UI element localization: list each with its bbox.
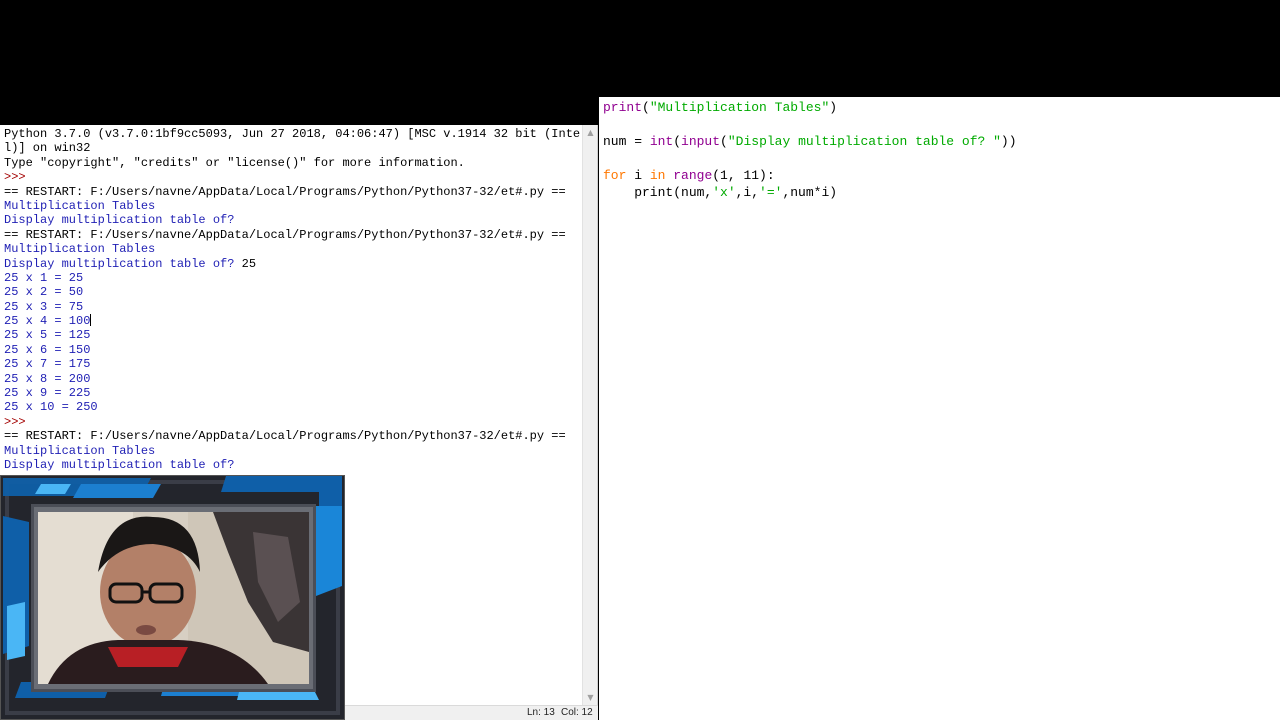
shell-line-text: Type "copyright", "credits" or "license(… [4, 155, 465, 170]
code-token: ( [720, 134, 728, 149]
shell-line-text: >>> [4, 170, 33, 185]
shell-line: 25 x 4 = 100 [4, 314, 582, 328]
webcam-video-feed [38, 512, 309, 684]
shell-line: Display multiplication table of? 25 [4, 257, 582, 271]
code-token: print(num, [603, 185, 713, 200]
code-token: )) [1000, 134, 1017, 149]
shell-line-text: 25 x 5 = 125 [4, 328, 91, 343]
code-line: num = int(input("Display multiplication … [603, 133, 1017, 150]
shell-line: Multiplication Tables [4, 199, 582, 213]
shell-line: Python 3.7.0 (v3.7.0:1bf9cc5093, Jun 27 … [4, 127, 582, 141]
code-token: "Display multiplication table of? " [727, 134, 1001, 149]
code-line: print(num,'x',i,'=',num*i) [603, 184, 1017, 201]
webcam-overlay [0, 475, 345, 720]
shell-line: Multiplication Tables [4, 444, 582, 458]
shell-line: 25 x 9 = 225 [4, 386, 582, 400]
shell-line-text: Display multiplication table of? [4, 256, 242, 271]
code-token: input [681, 134, 721, 149]
code-editor-window[interactable]: print("Multiplication Tables") num = int(… [599, 97, 1280, 720]
shell-line-text: 25 x 3 = 75 [4, 299, 84, 314]
shell-line: Display multiplication table of? [4, 213, 582, 227]
shell-line-text: 25 x 10 = 250 [4, 400, 98, 415]
code-token: in [649, 168, 666, 183]
shell-line: Display multiplication table of? [4, 458, 582, 472]
shell-user-input: 25 [241, 256, 257, 271]
scroll-up-arrow-icon[interactable]: ▲ [583, 125, 598, 140]
shell-line-text: l)] on win32 [4, 141, 91, 156]
shell-line-text: Display multiplication table of? [4, 213, 242, 228]
shell-line-text: 25 x 2 = 50 [4, 285, 84, 300]
code-token: ( [642, 100, 650, 115]
status-line-number: Ln: 13 [527, 707, 555, 718]
code-token: range [673, 168, 713, 183]
code-token: 'x' [712, 185, 736, 200]
shell-line-text: == RESTART: F:/Users/navne/AppData/Local… [4, 184, 566, 199]
shell-line-text: >>> [4, 414, 33, 429]
shell-vertical-scrollbar[interactable]: ▲ ▼ [582, 125, 597, 705]
code-token: for [603, 168, 627, 183]
shell-line-text: Multiplication Tables [4, 198, 156, 213]
shell-line-text: 25 x 6 = 150 [4, 342, 91, 357]
shell-line: == RESTART: F:/Users/navne/AppData/Local… [4, 429, 582, 443]
code-editor-text[interactable]: print("Multiplication Tables") num = int(… [603, 99, 1017, 201]
code-token: ( [673, 134, 682, 149]
code-token: int [649, 134, 674, 149]
code-token: num = [603, 134, 650, 149]
code-line: for i in range(1, 11): [603, 167, 1017, 184]
shell-line: l)] on win32 [4, 141, 582, 155]
shell-line: >>> [4, 170, 582, 184]
shell-line-text: 25 x 1 = 25 [4, 270, 84, 285]
shell-line-text: == RESTART: F:/Users/navne/AppData/Local… [4, 429, 566, 444]
shell-line-text: 25 x 9 = 225 [4, 386, 91, 401]
status-column-number: Col: 12 [561, 707, 593, 718]
code-token: ,i, [735, 185, 760, 200]
shell-line-text: Multiplication Tables [4, 443, 156, 458]
shell-line-text: 25 x 8 = 200 [4, 371, 91, 386]
shell-line: == RESTART: F:/Users/navne/AppData/Local… [4, 228, 582, 242]
shell-line: 25 x 6 = 150 [4, 343, 582, 357]
shell-line: Type "copyright", "credits" or "license(… [4, 156, 582, 170]
shell-line: 25 x 10 = 250 [4, 400, 582, 414]
shell-line: 25 x 3 = 75 [4, 300, 582, 314]
code-token: i [626, 168, 650, 183]
scroll-down-arrow-icon[interactable]: ▼ [583, 690, 598, 705]
text-cursor [90, 314, 92, 327]
code-token: "Multiplication Tables" [649, 100, 830, 115]
code-line: print("Multiplication Tables") [603, 99, 1017, 116]
shell-line-text: 25 x 4 = 100 [4, 314, 91, 329]
shell-line-text: 25 x 7 = 175 [4, 357, 91, 372]
code-token: print [603, 100, 643, 115]
shell-line: 25 x 5 = 125 [4, 328, 582, 342]
shell-line: 25 x 8 = 200 [4, 372, 582, 386]
code-token: (1, 11): [712, 168, 775, 183]
code-token: '=' [759, 185, 783, 200]
shell-line: Multiplication Tables [4, 242, 582, 256]
shell-line: 25 x 2 = 50 [4, 285, 582, 299]
webcam-person-image [38, 512, 309, 684]
shell-line-text: Display multiplication table of? [4, 457, 242, 472]
desktop-screen: Python 3.7.0 (v3.7.0:1bf9cc5093, Jun 27 … [0, 0, 1280, 720]
code-token: ,num*i) [782, 185, 838, 200]
shell-line-text: == RESTART: F:/Users/navne/AppData/Local… [4, 227, 566, 242]
shell-line-text: Python 3.7.0 (v3.7.0:1bf9cc5093, Jun 27 … [4, 127, 581, 141]
code-token: ) [829, 100, 838, 115]
shell-line: >>> [4, 415, 582, 429]
shell-line: == RESTART: F:/Users/navne/AppData/Local… [4, 185, 582, 199]
shell-line: 25 x 7 = 175 [4, 357, 582, 371]
shell-line-text: Multiplication Tables [4, 242, 156, 257]
shell-line: 25 x 1 = 25 [4, 271, 582, 285]
